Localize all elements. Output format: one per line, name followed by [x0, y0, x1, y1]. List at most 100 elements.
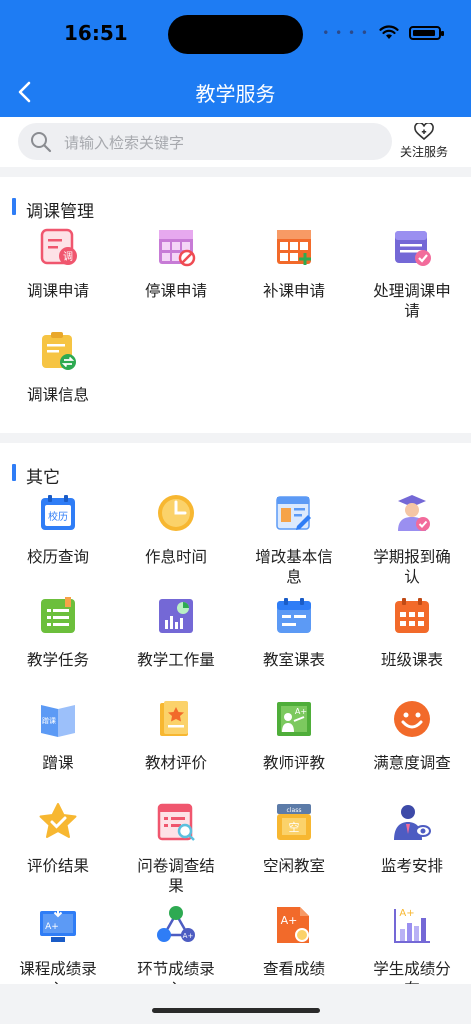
dist-grade-badge: A+	[399, 908, 414, 919]
audit-book-icon: 蹭课	[41, 705, 75, 737]
calendar-badge: 校历	[48, 510, 68, 523]
service-label: 补课申请	[262, 282, 325, 300]
service-item[interactable]: A+ 教师评教	[236, 699, 352, 773]
makeup-class-icon	[277, 230, 311, 265]
service-label: 调课申请	[26, 282, 89, 300]
service-label: 调课信息	[26, 386, 89, 404]
signal-icon: • • • •	[322, 25, 369, 40]
reschedule-info-icon	[42, 332, 76, 370]
survey-icon	[157, 803, 195, 841]
service-item[interactable]: 班级课表	[354, 596, 470, 670]
reschedule-badge: 调	[63, 251, 73, 263]
suspend-class-icon	[159, 230, 196, 267]
service-label: 增改基本信息	[255, 548, 333, 586]
invigilator-icon	[394, 805, 431, 840]
search-input[interactable]: 请输入检索关键字	[18, 123, 392, 160]
class-schedule-icon	[395, 598, 429, 633]
service-item[interactable]: class 空 空闲教室	[236, 802, 352, 876]
class-tag-badge: class	[287, 807, 302, 814]
search-icon	[31, 132, 52, 153]
classroom-schedule-icon	[277, 598, 311, 633]
link-grade-badge: A+	[183, 932, 194, 940]
school-calendar-icon: 校历	[41, 495, 75, 530]
service-label: 查看成绩	[262, 960, 325, 978]
service-label: 校历查询	[26, 548, 89, 566]
service-label: 学期报到确认	[373, 548, 451, 586]
empty-room-badge: 空	[289, 820, 300, 834]
section-title: 调课管理	[12, 197, 94, 222]
service-item[interactable]: 调 调课申请	[0, 227, 116, 301]
star-icon	[39, 803, 77, 838]
audit-badge: 蹭课	[42, 716, 56, 725]
process-reschedule-icon	[395, 231, 431, 266]
service-label: 教师评教	[262, 754, 325, 772]
follow-service-label: 关注服务	[399, 145, 448, 159]
service-item[interactable]: 校历 校历查询	[0, 493, 116, 567]
service-item[interactable]: 教室课表	[236, 596, 352, 670]
entry-grade-badge: A+	[45, 922, 59, 932]
service-item[interactable]: 处理调课申请	[354, 227, 470, 321]
service-label: 处理调课申请	[373, 282, 451, 320]
empty-room-icon: class 空	[277, 804, 311, 840]
bottom-safe-area	[0, 984, 471, 1024]
view-grade-icon: A+	[277, 907, 309, 943]
section-other: 其它 校历 校历查询 作息时间 增改基本信息 学期报到确认 教学任务 教学工作量…	[0, 443, 471, 998]
service-label: 满意度调查	[373, 754, 451, 772]
service-item[interactable]: 满意度调查	[354, 699, 470, 773]
grade-badge: A+	[295, 707, 307, 716]
service-label: 教学工作量	[137, 651, 215, 669]
service-label: 教学任务	[26, 651, 89, 669]
app-header: 16:51 • • • • 教学服务	[0, 0, 471, 117]
battery-icon	[409, 25, 444, 40]
teacher-eval-icon: A+	[277, 702, 311, 736]
service-item[interactable]: 停课申请	[118, 227, 234, 301]
heart-plus-icon	[414, 123, 434, 141]
service-item[interactable]: 增改基本信息	[236, 493, 352, 587]
view-grade-badge: A+	[281, 914, 298, 927]
service-label: 评价结果	[26, 857, 89, 875]
grade-dist-icon: A+	[394, 908, 430, 943]
page-title: 教学服务	[195, 82, 276, 106]
service-label: 教材评价	[144, 754, 207, 772]
service-item[interactable]: 教材评价	[118, 699, 234, 773]
service-item[interactable]: 学期报到确认	[354, 493, 470, 587]
service-item[interactable]: 调课信息	[0, 331, 116, 405]
service-item[interactable]: 补课申请	[236, 227, 352, 301]
section-reschedule: 调课管理 调 调课申请 停课申请 补课申请 处理调课申请 调课信息	[0, 177, 471, 433]
service-label: 蹭课	[42, 754, 74, 772]
service-label: 停课申请	[144, 282, 207, 300]
graduate-check-icon	[398, 495, 430, 531]
service-item[interactable]: 问卷调查结果	[118, 802, 234, 896]
service-label: 作息时间	[144, 548, 207, 566]
teaching-task-icon	[41, 597, 75, 633]
service-item[interactable]: 监考安排	[354, 802, 470, 876]
service-label: 监考安排	[380, 857, 443, 875]
service-item[interactable]: 教学任务	[0, 596, 116, 670]
home-indicator[interactable]	[152, 1008, 320, 1013]
status-time: 16:51	[64, 21, 128, 45]
section-title: 其它	[12, 463, 60, 488]
link-grade-icon: A+	[157, 906, 195, 942]
service-item[interactable]: 教学工作量	[118, 596, 234, 670]
dynamic-island	[168, 15, 303, 54]
service-item[interactable]: 蹭课 蹭课	[0, 699, 116, 773]
service-label: 教室课表	[262, 651, 325, 669]
follow-service-button[interactable]: 关注服务	[396, 123, 452, 160]
clock-icon	[158, 495, 194, 531]
search-bar: 请输入检索关键字 关注服务	[0, 117, 471, 167]
workload-chart-icon	[159, 599, 193, 633]
service-label: 班级课表	[380, 651, 443, 669]
smiley-icon	[394, 701, 430, 737]
search-placeholder: 请输入检索关键字	[64, 134, 185, 152]
wifi-icon	[379, 25, 399, 39]
service-label: 问卷调查结果	[137, 857, 215, 895]
status-icons: • • • •	[322, 25, 444, 40]
service-item[interactable]: 评价结果	[0, 802, 116, 876]
textbook-eval-icon	[160, 701, 188, 736]
service-label: 空闲教室	[262, 857, 325, 875]
service-item[interactable]: 作息时间	[118, 493, 234, 567]
reschedule-apply-icon: 调	[40, 228, 77, 265]
edit-info-icon	[276, 496, 311, 530]
grade-entry-icon: A+	[40, 906, 76, 942]
service-item[interactable]: A+ 查看成绩	[236, 905, 352, 979]
